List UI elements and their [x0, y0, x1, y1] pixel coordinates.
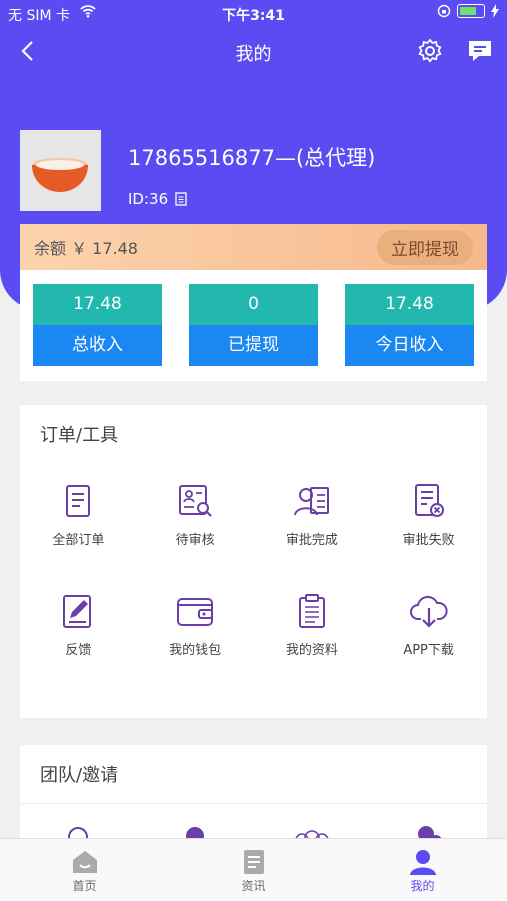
team-item-1[interactable]	[20, 824, 137, 838]
withdraw-button[interactable]: 立即提现	[377, 229, 473, 265]
stat-label: 总收入	[33, 325, 162, 366]
team-item-4[interactable]	[370, 824, 487, 838]
menu-label: 审批完成	[285, 533, 338, 548]
user-id-text: ID:36	[128, 190, 169, 208]
document-x-icon	[414, 484, 444, 517]
balance-card: 余额 ￥ 17.48 立即提现 17.48 总收入 0 已提现 17.48 今日…	[20, 224, 487, 381]
stat-label: 今日收入	[345, 325, 474, 366]
tab-home[interactable]: 首页	[0, 839, 169, 901]
team-search-icon	[68, 827, 89, 838]
stat-label: 已提现	[189, 325, 318, 366]
menu-app-download[interactable]: APP下载	[370, 581, 487, 691]
user-list-icon	[293, 487, 329, 516]
battery-icon	[457, 4, 485, 18]
user-phone: 17865516877—(总代理)	[128, 146, 376, 170]
invite-user-icon	[417, 826, 441, 838]
menu-my-profile[interactable]: 我的资料	[254, 581, 371, 691]
user-id: ID:36	[128, 190, 188, 208]
stat-withdrawn[interactable]: 0 已提现	[189, 284, 318, 366]
wallet-icon	[177, 598, 214, 626]
member-icon	[186, 827, 205, 838]
menu-label: 我的资料	[285, 643, 338, 658]
stat-value: 17.48	[33, 284, 162, 325]
cloud-download-icon	[409, 595, 448, 628]
team-item-3[interactable]	[254, 824, 371, 838]
clock: 下午3:41	[222, 8, 285, 24]
tab-label: 我的	[410, 879, 435, 893]
stat-value: 17.48	[345, 284, 474, 325]
charging-icon	[491, 4, 499, 18]
stat-total-income[interactable]: 17.48 总收入	[33, 284, 162, 366]
clipboard-icon	[298, 594, 325, 628]
bowl-icon	[32, 158, 88, 192]
menu-pending-review[interactable]: 待审核	[137, 471, 254, 581]
menu-approved[interactable]: 审批完成	[254, 471, 371, 581]
id-card-search-icon	[179, 485, 212, 517]
orders-tools-panel: 订单/工具 全部订单 待审核 审批完成 审批失败 反馈 我的钱包 我的资料 AP…	[20, 405, 487, 718]
menu-rejected[interactable]: 审批失败	[370, 471, 487, 581]
tab-news[interactable]: 资讯	[169, 839, 338, 901]
gear-icon[interactable]	[415, 36, 445, 66]
orientation-lock-icon	[437, 4, 451, 18]
menu-feedback[interactable]: 反馈	[20, 581, 137, 691]
team-item-2[interactable]	[137, 824, 254, 838]
profile-icon	[409, 850, 436, 875]
balance-text: 余额 ￥ 17.48	[34, 239, 138, 258]
home-icon	[72, 851, 97, 873]
menu-label: 反馈	[65, 643, 92, 658]
nav-bar: 我的	[0, 34, 507, 70]
message-icon[interactable]	[465, 36, 495, 66]
menu-label: 审批失败	[402, 533, 455, 548]
menu-my-wallet[interactable]: 我的钱包	[137, 581, 254, 691]
menu-label: 待审核	[175, 533, 215, 548]
menu-label: 全部订单	[52, 533, 105, 548]
stat-today-income[interactable]: 17.48 今日收入	[345, 284, 474, 366]
tab-mine[interactable]: 我的	[338, 839, 507, 901]
stat-value: 0	[189, 284, 318, 325]
copy-icon[interactable]	[174, 191, 188, 207]
tab-label: 资讯	[241, 879, 266, 893]
group-icon	[295, 830, 329, 838]
menu-label: APP下载	[403, 643, 454, 658]
section-title: 订单/工具	[40, 425, 119, 446]
document-icon	[66, 485, 91, 517]
team-invite-panel: 团队/邀请	[20, 745, 487, 838]
section-title: 团队/邀请	[20, 745, 487, 804]
tab-bar: 首页 资讯 我的	[0, 838, 507, 901]
edit-note-icon	[63, 595, 92, 628]
menu-label: 我的钱包	[169, 643, 222, 658]
news-icon	[243, 850, 264, 874]
avatar[interactable]	[20, 130, 101, 211]
menu-all-orders[interactable]: 全部订单	[20, 471, 137, 581]
status-bar: 无 SIM 卡 下午3:41	[0, 0, 507, 28]
balance-bar: 余额 ￥ 17.48 立即提现	[20, 224, 487, 270]
tab-label: 首页	[72, 879, 97, 893]
